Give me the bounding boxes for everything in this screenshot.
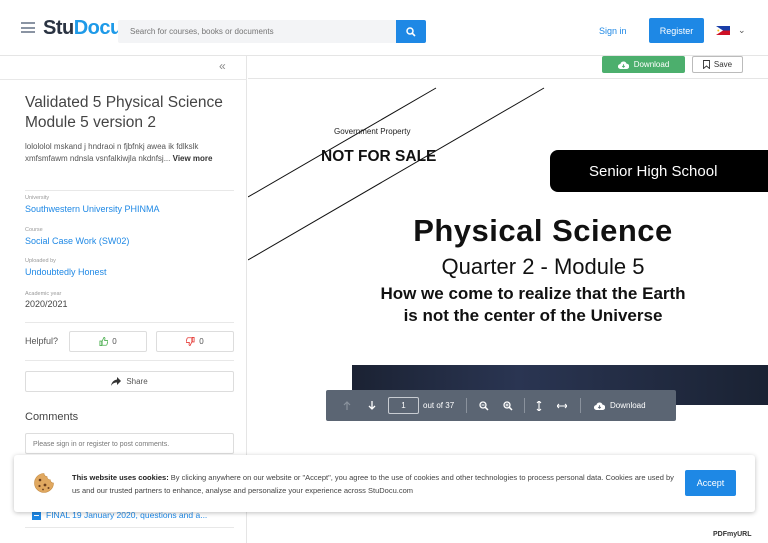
academic-year-label: Academic year [25, 291, 62, 297]
collapse-sidebar-button[interactable]: « [219, 59, 226, 73]
comments-heading: Comments [25, 411, 79, 423]
download-label: Download [633, 60, 670, 69]
top-bar: StuDocu Sign in Register ⌄ [0, 0, 768, 56]
save-button[interactable]: Save [692, 56, 743, 73]
divider [25, 360, 234, 361]
share-icon [111, 377, 122, 386]
course-label: Course [25, 227, 43, 233]
university-link[interactable]: Southwestern University PHINMA [25, 204, 160, 214]
search-icon [406, 26, 416, 37]
uploader-link[interactable]: Undoubtedly Honest [25, 267, 107, 277]
search-button[interactable] [396, 20, 426, 43]
divider [25, 527, 234, 528]
cloud-download-icon [594, 402, 605, 410]
logo-part-1: Stu [43, 17, 74, 39]
divider [25, 322, 234, 323]
page-number-input[interactable]: 1 [388, 397, 419, 414]
next-page-button[interactable] [368, 390, 376, 421]
government-property-text: Government Property [334, 127, 411, 136]
toolbar-divider [580, 398, 581, 413]
cookie-message: This website uses cookies: By clicking a… [72, 471, 682, 497]
fit-height-button[interactable] [536, 390, 542, 421]
arrow-down-icon [368, 401, 376, 410]
viewer-download-label: Download [610, 401, 646, 410]
logo-part-2: Docu [73, 17, 123, 39]
uploaded-by-label: Uploaded by [25, 258, 56, 264]
topic-line-2: is not the center of the Universe [403, 306, 663, 325]
cloud-download-icon [617, 61, 629, 69]
menu-icon[interactable] [21, 22, 35, 33]
philippines-flag-icon[interactable] [716, 26, 730, 35]
share-button[interactable]: Share [25, 371, 234, 392]
comment-signin-prompt[interactable]: Please sign in or register to post comme… [25, 433, 234, 454]
university-label: University [25, 195, 50, 201]
quarter-module-title: Quarter 2 - Module 5 [441, 254, 645, 279]
cookie-message-bold: This website uses cookies: [72, 473, 169, 482]
accept-cookies-button[interactable]: Accept [685, 470, 736, 496]
view-more-link[interactable]: View more [173, 154, 213, 163]
viewer-download-button[interactable]: Download [594, 390, 646, 421]
save-label: Save [713, 60, 733, 69]
download-button[interactable]: Download [602, 56, 685, 73]
upvote-button[interactable]: 0 [69, 331, 147, 352]
document-toolbar: Download Save [248, 56, 768, 79]
document-description: lolololol mskand j hndraoi n fjbfnkj awe… [25, 141, 240, 164]
subject-title: Physical Science [413, 213, 673, 248]
upvote-count: 0 [112, 337, 117, 346]
cookie-banner: This website uses cookies: By clicking a… [14, 455, 755, 512]
viewer-toolbar: 1 out of 37 Download [326, 390, 676, 421]
zoom-out-button[interactable] [479, 390, 489, 421]
share-label: Share [126, 377, 148, 386]
topic-title: How we come to realize that the Earth is… [248, 283, 768, 327]
sign-in-link[interactable]: Sign in [599, 26, 627, 36]
topic-line-1: How we come to realize that the Earth [380, 284, 686, 303]
page-total-text: out of 37 [423, 401, 455, 410]
fit-height-icon [536, 400, 542, 411]
register-button[interactable]: Register [649, 18, 704, 43]
divider [0, 79, 247, 80]
senior-high-banner: Senior High School [550, 150, 768, 192]
divider [25, 190, 234, 191]
downvote-button[interactable]: 0 [156, 331, 234, 352]
downvote-count: 0 [199, 337, 204, 346]
arrow-up-icon [343, 401, 351, 410]
not-for-sale-text: NOT FOR SALE [321, 148, 437, 165]
course-link[interactable]: Social Case Work (SW02) [25, 236, 129, 246]
toolbar-divider [524, 398, 525, 413]
previous-page-button[interactable] [343, 390, 351, 421]
search-input[interactable] [118, 20, 396, 43]
fit-width-icon [557, 403, 567, 408]
thumbs-up-icon [99, 337, 109, 346]
studocu-logo[interactable]: StuDocu [43, 17, 122, 40]
thumbs-down-icon [186, 337, 195, 346]
chevron-down-icon[interactable]: ⌄ [738, 25, 746, 36]
zoom-out-icon [479, 400, 489, 411]
zoom-in-icon [503, 400, 513, 411]
academic-year-value: 2020/2021 [25, 299, 68, 309]
fit-width-button[interactable] [557, 390, 567, 421]
bookmark-icon [702, 60, 710, 69]
pdfmyurl-watermark: PDFmyURL [713, 531, 752, 538]
helpful-label: Helpful? [25, 336, 59, 346]
document-title: Validated 5 Physical Science Module 5 ve… [25, 94, 223, 131]
zoom-in-button[interactable] [503, 390, 513, 421]
cookie-icon [34, 473, 54, 493]
toolbar-divider [466, 398, 467, 413]
